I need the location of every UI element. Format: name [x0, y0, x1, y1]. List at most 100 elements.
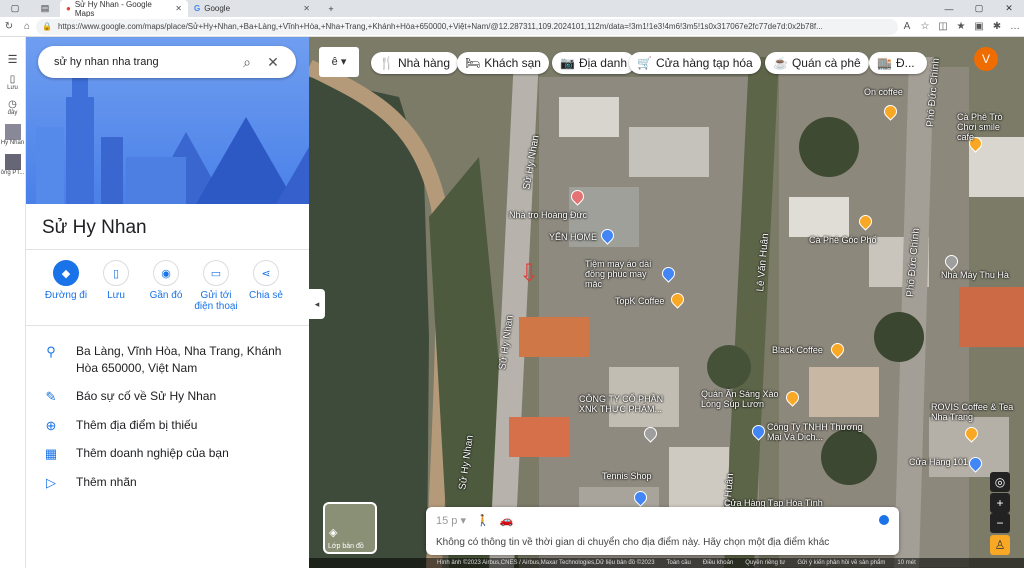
- scale-label: 10 mét: [897, 560, 916, 566]
- close-tab-icon[interactable]: ✕: [175, 4, 182, 13]
- imagery-credit: Hình ảnh ©2023 Airbus,CNES / Airbus,Maxa…: [437, 560, 655, 566]
- recent-place-1[interactable]: Hy Nhan: [0, 124, 25, 146]
- add-missing-place-label: Thêm địa điểm bị thiếu: [76, 418, 198, 432]
- add-business-label: Thêm doanh nghiệp của bạn: [76, 446, 229, 460]
- send-to-phone-icon: ▭: [203, 260, 229, 286]
- place-title: Sử Hy Nhan: [42, 217, 147, 238]
- tab-label: Google: [204, 4, 231, 13]
- poi-label[interactable]: Nhà trọ Hoàng Đức: [509, 210, 587, 220]
- browser-tab-bar: ▢ ▤ ● Sử Hy Nhan - Google Maps ✕ G Googl…: [0, 0, 1024, 18]
- search-input[interactable]: sử hy nhan nha trang: [54, 56, 234, 68]
- poi-label[interactable]: Quán Ăn Sáng Xào Lòng Súp Lươn: [701, 389, 781, 409]
- directions-button[interactable]: ◆ Đường đi: [41, 260, 91, 325]
- my-location-icon[interactable]: ◎: [990, 472, 1010, 492]
- poi-label[interactable]: Tennis Shop: [602, 471, 652, 481]
- poi-label[interactable]: Cà Phê Trò Chơi smile cafe: [957, 112, 1017, 142]
- chip-restaurants[interactable]: 🍴 Nhà hàng: [371, 52, 458, 74]
- nearby-icon: ◉: [153, 260, 179, 286]
- window-menu-icon[interactable]: ▢: [0, 3, 30, 14]
- poi-label[interactable]: Cà Phê Góc Phố: [809, 235, 877, 245]
- toggle-dot[interactable]: [879, 515, 889, 525]
- zoom-in-button[interactable]: +: [990, 493, 1010, 513]
- close-tab-icon[interactable]: ✕: [303, 4, 310, 13]
- nearby-button[interactable]: ◉ Gần đó: [141, 260, 191, 325]
- poi-label[interactable]: Tiệm may áo dài đồng phục may mặc: [585, 259, 665, 289]
- coffee-cup-icon: ☕: [773, 56, 788, 70]
- report-issue-label: Báo sự cố về Sử Hy Nhan: [76, 389, 217, 403]
- privacy-link[interactable]: Quyền riêng tư: [745, 560, 785, 566]
- close-window-icon[interactable]: ✕: [994, 3, 1024, 14]
- chip-hotels[interactable]: 🛏 Khách sạn: [457, 52, 549, 74]
- satellite-map[interactable]: ◂ ê ▾ 🍴 Nhà hàng 🛏 Khách sạn 📷 Địa danh 🛒 Cử…: [309, 37, 1024, 568]
- poi-label[interactable]: ROVIS Coffee & Tea Nha Trang: [931, 402, 1021, 422]
- add-missing-place-row[interactable]: ⊕ Thêm địa điểm bị thiếu: [26, 417, 309, 434]
- menu-icon[interactable]: ☰: [0, 53, 25, 66]
- poi-label[interactable]: Nhà Máy Thu Hà: [941, 270, 1009, 280]
- read-aloud-icon[interactable]: A: [898, 21, 916, 32]
- poi-label[interactable]: On coffee: [864, 87, 903, 97]
- address-bar-row: ↻ ⌂ 🔒 https://www.google.com/maps/place/…: [0, 17, 1024, 37]
- collections-icon[interactable]: ▣: [970, 21, 988, 32]
- favorite-star-icon[interactable]: ☆: [916, 21, 934, 32]
- map-footer: Hình ảnh ©2023 Airbus,CNES / Airbus,Maxa…: [309, 558, 1024, 568]
- zoom-out-button[interactable]: −: [990, 513, 1010, 533]
- add-business-row[interactable]: ▦ Thêm doanh nghiệp của bạn: [26, 445, 309, 462]
- avatar[interactable]: V: [974, 47, 998, 71]
- directions-icon: ◆: [53, 260, 79, 286]
- tab-actions-icon[interactable]: ▤: [30, 3, 60, 14]
- search-icon[interactable]: ⌕: [234, 54, 260, 71]
- tab-google-maps[interactable]: ● Sử Hy Nhan - Google Maps ✕: [60, 0, 188, 18]
- fork-knife-icon: 🍴: [379, 56, 394, 70]
- close-icon[interactable]: ✕: [260, 54, 286, 71]
- share-button[interactable]: ⋖ Chia sẻ: [241, 260, 291, 325]
- report-issue-row[interactable]: ✎ Báo sự cố về Sử Hy Nhan: [26, 388, 309, 405]
- divider: [26, 249, 309, 250]
- label-icon: ▷: [46, 475, 56, 490]
- poi-label[interactable]: YẾN HOME: [549, 232, 597, 242]
- divider: [26, 325, 309, 326]
- place-actions: ◆ Đường đi ▯ Lưu ◉ Gần đó ▭ Gửi tới điện tho…: [26, 260, 309, 325]
- save-button[interactable]: ▯ Lưu: [91, 260, 141, 325]
- pegman-icon[interactable]: ♙: [990, 535, 1010, 555]
- poi-label[interactable]: Công Ty TNHH Thương Mại Và Dịch...: [767, 422, 867, 442]
- layers-button[interactable]: ◈ Lớp bản đồ: [323, 502, 377, 554]
- chip-coffee[interactable]: ☕ Quán cà phê: [765, 52, 869, 74]
- chip-grocery[interactable]: 🛒 Cửa hàng tạp hóa: [629, 52, 761, 74]
- poi-label[interactable]: TopK Coffee: [615, 296, 664, 306]
- chip-more[interactable]: 🏬 Đ...: [869, 52, 927, 74]
- url-field[interactable]: 🔒 https://www.google.com/maps/place/Sử+H…: [36, 18, 898, 35]
- walking-icon[interactable]: 🚶: [476, 514, 490, 527]
- send-to-phone-button[interactable]: ▭ Gửi tới điện thoại: [191, 260, 241, 325]
- search-box[interactable]: sử hy nhan nha trang ⌕ ✕: [38, 46, 296, 78]
- more-menu-icon[interactable]: …: [1006, 21, 1024, 32]
- poi-label[interactable]: CÔNG TY CỔ PHẦN XNK THỰC PHẨM...: [579, 394, 674, 414]
- favorites-icon[interactable]: ★: [952, 21, 970, 32]
- reload-icon[interactable]: ↻: [0, 21, 18, 32]
- recent-place-2[interactable]: ông PT...: [0, 154, 25, 176]
- new-tab-button[interactable]: +: [316, 4, 346, 14]
- recent-item[interactable]: ◷ đây: [0, 99, 25, 116]
- location-pin-icon: ⚲: [46, 344, 56, 359]
- travel-time-select[interactable]: 15 p ▾: [436, 514, 466, 527]
- minimize-icon[interactable]: —: [934, 4, 964, 14]
- split-screen-icon[interactable]: ◫: [934, 21, 952, 32]
- selected-location-marker[interactable]: ⇩: [519, 259, 539, 288]
- car-icon[interactable]: 🚗: [500, 514, 514, 527]
- global-link[interactable]: Toàn cầu: [667, 560, 691, 566]
- saved-item[interactable]: ▯ Lưu: [0, 74, 25, 91]
- poi-label[interactable]: Cửa Hàng 101: [909, 457, 968, 467]
- home-icon[interactable]: ⌂: [18, 21, 36, 32]
- transit-toggle-button[interactable]: ê ▾: [319, 47, 359, 77]
- collapse-panel-button[interactable]: ◂: [309, 289, 325, 319]
- poi-label[interactable]: Black Coffee: [772, 345, 823, 355]
- terms-link[interactable]: Điều khoản: [703, 560, 733, 566]
- chip-attractions[interactable]: 📷 Địa danh: [552, 52, 635, 74]
- add-label-row[interactable]: ▷ Thêm nhãn: [26, 474, 309, 491]
- address-row[interactable]: ⚲ Ba Làng, Vĩnh Hòa, Nha Trang, Khánh Hò…: [26, 343, 309, 377]
- tab-google[interactable]: G Google ✕: [188, 0, 316, 17]
- feedback-link[interactable]: Gửi ý kiến phản hồi về sản phẩm: [797, 560, 885, 566]
- maximize-icon[interactable]: ▢: [964, 3, 994, 14]
- add-label-label: Thêm nhãn: [76, 475, 137, 489]
- add-location-icon: ⊕: [45, 418, 57, 433]
- extensions-icon[interactable]: ✱: [988, 21, 1006, 32]
